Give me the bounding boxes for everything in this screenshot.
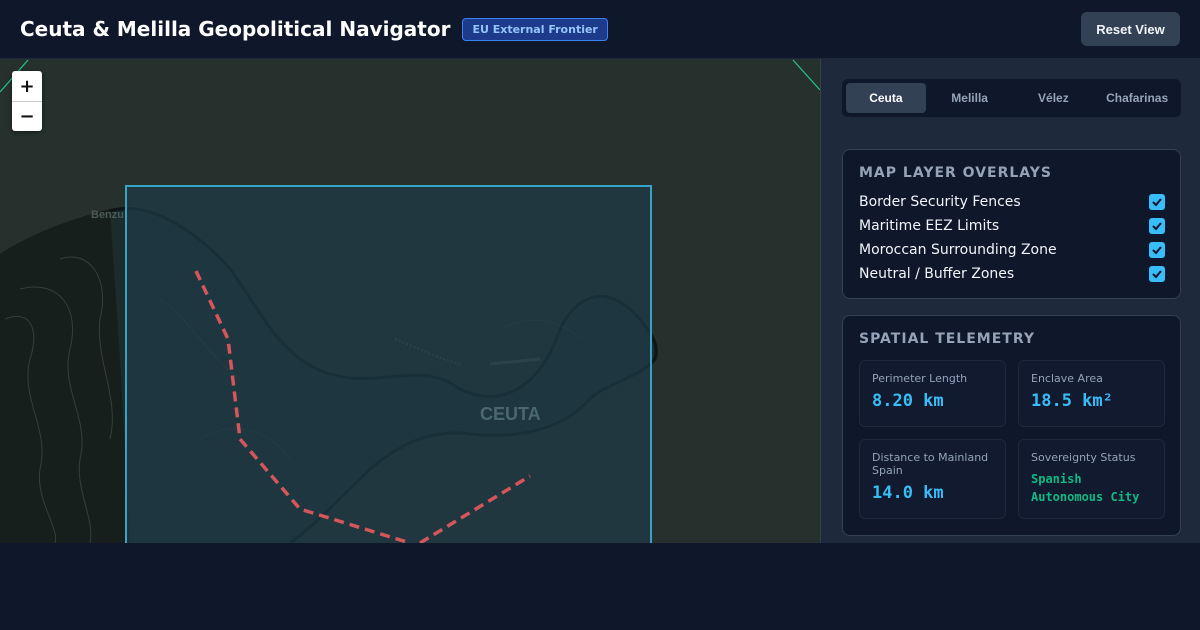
city-label-ceuta: CEUTA (480, 404, 541, 424)
layer-label: Neutral / Buffer Zones (859, 266, 1015, 282)
tab-velez[interactable]: Vélez (1014, 83, 1094, 113)
sovereignty-status-value: Spanish Autonomous City (1031, 472, 1140, 504)
stat-label: Perimeter Length (872, 372, 968, 385)
app-title: Ceuta & Melilla Geopolitical Navigator (20, 17, 451, 41)
layer-row-buffer-zones[interactable]: Neutral / Buffer Zones (859, 264, 1165, 284)
stat-value: 8.20 km (872, 391, 944, 411)
stat-value: 18.5 km² (1031, 391, 1113, 411)
frontier-badge: EU External Frontier (462, 17, 608, 41)
stat-distance: Distance to Mainland Spain 14.0 km (859, 439, 1006, 519)
stat-label: Enclave Area (1031, 372, 1103, 385)
reset-view-button[interactable]: Reset View (1081, 12, 1180, 46)
tab-chafarinas[interactable]: Chafarinas (1097, 83, 1177, 113)
zoom-control: + − (12, 71, 42, 131)
layer-row-fences[interactable]: Border Security Fences (859, 192, 1165, 212)
map-view[interactable]: + − Benzu CEUTA (0, 59, 820, 543)
town-label-benzu: Benzu (91, 209, 124, 221)
telemetry-card: SPATIAL TELEMETRY Perimeter Length 8.20 … (842, 315, 1181, 536)
layer-overlays-card: MAP LAYER OVERLAYS Border Security Fence… (842, 149, 1181, 299)
layer-label: Border Security Fences (859, 194, 1021, 210)
telemetry-title: SPATIAL TELEMETRY (859, 331, 1035, 347)
layer-row-moroccan-zone[interactable]: Moroccan Surrounding Zone (859, 240, 1165, 260)
app-header: Ceuta & Melilla Geopolitical Navigator E… (0, 0, 1200, 59)
side-panel: Ceuta Melilla Vélez Chafarinas MAP LAYER… (820, 59, 1200, 543)
tab-melilla[interactable]: Melilla (930, 83, 1010, 113)
layer-checkbox-buffer-zones[interactable] (1149, 266, 1165, 282)
checkmark-icon (1152, 246, 1162, 255)
stat-label: Distance to Mainland Spain (872, 451, 989, 477)
stat-label: Sovereignty Status (1031, 451, 1136, 464)
enclave-highlight[interactable] (125, 185, 652, 543)
checkmark-icon (1152, 270, 1162, 279)
zoom-out-button[interactable]: − (12, 101, 42, 131)
checkmark-icon (1152, 222, 1162, 231)
stat-area: Enclave Area 18.5 km² (1018, 360, 1165, 427)
maritime-limit-east (792, 59, 820, 91)
layer-checkbox-moroccan-zone[interactable] (1149, 242, 1165, 258)
zoom-in-button[interactable]: + (12, 71, 42, 101)
layer-checkbox-fences[interactable] (1149, 194, 1165, 210)
stat-perimeter: Perimeter Length 8.20 km (859, 360, 1006, 427)
stat-value: 14.0 km (872, 483, 944, 503)
layer-row-eez[interactable]: Maritime EEZ Limits (859, 216, 1165, 236)
enclave-tabs: Ceuta Melilla Vélez Chafarinas (842, 79, 1181, 117)
stat-sovereignty: Sovereignty Status Spanish Autonomous Ci… (1018, 439, 1165, 519)
layer-label: Maritime EEZ Limits (859, 218, 1000, 234)
tab-ceuta[interactable]: Ceuta (846, 83, 926, 113)
layer-label: Moroccan Surrounding Zone (859, 242, 1057, 258)
layer-checkbox-eez[interactable] (1149, 218, 1165, 234)
map-canvas (0, 59, 820, 543)
layer-overlays-title: MAP LAYER OVERLAYS (859, 165, 1053, 181)
checkmark-icon (1152, 198, 1162, 207)
